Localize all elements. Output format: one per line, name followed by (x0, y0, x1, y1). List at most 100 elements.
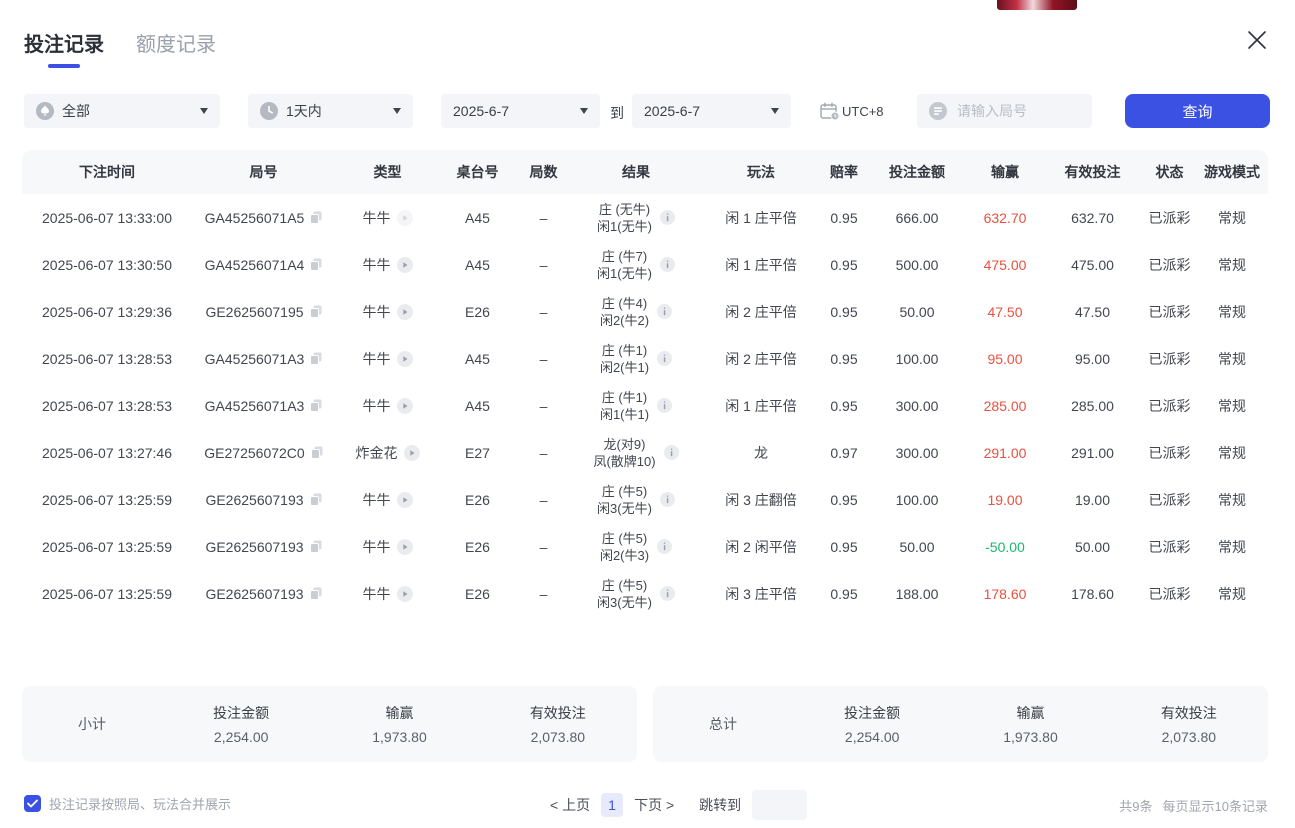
column-header: 桌台号 (440, 162, 515, 182)
merge-checkbox[interactable] (24, 795, 41, 812)
current-page[interactable]: 1 (601, 793, 623, 817)
round-id-cell: GE2625607193 (192, 586, 335, 602)
game-mode: 常规 (1196, 396, 1268, 416)
date-to-value: 2025-6-7 (644, 103, 700, 119)
rounds-count: – (515, 445, 572, 461)
bet-amount: 300.00 (866, 445, 968, 461)
copy-icon[interactable] (310, 258, 322, 271)
valid-bet: 291.00 (1042, 445, 1143, 461)
game-mode: 常规 (1196, 537, 1268, 557)
date-to-dropdown[interactable]: 2025-6-7 (632, 94, 791, 128)
info-icon[interactable] (660, 586, 675, 601)
play-icon[interactable] (397, 586, 413, 602)
column-header: 状态 (1143, 162, 1196, 182)
table-row: 2025-06-07 13:28:53 GA45256071A3 牛牛 A45 … (22, 335, 1268, 382)
game-type-value: 全部 (62, 101, 90, 121)
play-icon[interactable] (397, 539, 413, 555)
copy-icon[interactable] (310, 493, 322, 506)
tab-quota-records[interactable]: 额度记录 (136, 28, 216, 68)
bet-time: 2025-06-07 13:25:59 (22, 539, 192, 555)
odds: 0.95 (822, 304, 866, 320)
game-type: 牛牛 (363, 396, 391, 416)
bet-time: 2025-06-07 13:28:53 (22, 351, 192, 367)
record-count-info: 共9条 每页显示10条记录 (1119, 796, 1268, 815)
table-number: E27 (440, 445, 515, 461)
bet-records-modal: 投注记录额度记录 全部 1天内 2025-6-7 到 2025-6-7 (0, 0, 1295, 828)
time-range-dropdown[interactable]: 1天内 (248, 94, 413, 128)
info-icon[interactable] (657, 539, 672, 554)
odds: 0.97 (822, 445, 866, 461)
result-line-2: 闲3(无牛) (597, 594, 652, 611)
bet-time: 2025-06-07 13:29:36 (22, 304, 192, 320)
game-type-dropdown[interactable]: 全部 (24, 94, 220, 128)
status: 已派彩 (1143, 584, 1196, 604)
result-line-1: 庄 (牛5) (597, 483, 652, 500)
info-icon[interactable] (660, 492, 675, 507)
info-icon[interactable] (660, 210, 675, 225)
copy-icon[interactable] (310, 399, 322, 412)
copy-icon[interactable] (310, 211, 322, 224)
round-id-cell: GA45256071A5 (192, 210, 335, 226)
result-cell: 庄 (牛5) 闲2(牛3) (572, 530, 700, 564)
info-icon[interactable] (660, 257, 675, 272)
play-icon[interactable] (397, 304, 413, 320)
table-number: E26 (440, 539, 515, 555)
info-icon[interactable] (657, 351, 672, 366)
play-icon[interactable] (397, 398, 413, 414)
game-mode: 常规 (1196, 349, 1268, 369)
info-icon[interactable] (657, 304, 672, 319)
table-row: 2025-06-07 13:27:46 GE27256072C0 炸金花 E27… (22, 429, 1268, 476)
copy-icon[interactable] (310, 352, 322, 365)
info-icon[interactable] (664, 445, 679, 460)
bet-amount: 188.00 (866, 586, 968, 602)
table-number: A45 (440, 398, 515, 414)
copy-icon[interactable] (311, 446, 323, 459)
date-from-value: 2025-6-7 (453, 103, 509, 119)
tab-bet-records[interactable]: 投注记录 (24, 28, 104, 68)
valid-bet: 178.60 (1042, 586, 1143, 602)
copy-icon[interactable] (310, 587, 322, 600)
bet-amount: 100.00 (866, 351, 968, 367)
game-type-cell: 牛牛 (335, 208, 440, 228)
next-page-button[interactable]: 下页 > (634, 795, 674, 815)
column-header: 有效投注 (1042, 162, 1143, 182)
win-loss: 47.50 (968, 304, 1042, 320)
play-icon[interactable] (397, 210, 413, 226)
play-icon[interactable] (397, 492, 413, 508)
close-icon[interactable] (1245, 28, 1269, 52)
play-icon[interactable] (397, 351, 413, 367)
win-loss: 178.60 (968, 586, 1042, 602)
game-mode: 常规 (1196, 208, 1268, 228)
game-mode: 常规 (1196, 490, 1268, 510)
game-type-cell: 牛牛 (335, 349, 440, 369)
play-icon[interactable] (404, 445, 420, 461)
column-header: 下注时间 (22, 162, 192, 182)
total-box: 总计 投注金额 2,254.00 输赢 1,973.80 有效投注 2,073.… (653, 686, 1268, 762)
game-type-cell: 牛牛 (335, 302, 440, 322)
prev-page-button[interactable]: < 上页 (550, 795, 590, 815)
chevron-down-icon (580, 108, 588, 114)
column-header: 投注金额 (866, 162, 968, 182)
date-from-dropdown[interactable]: 2025-6-7 (441, 94, 600, 128)
valid-bet: 95.00 (1042, 351, 1143, 367)
copy-icon[interactable] (310, 305, 322, 318)
table-row: 2025-06-07 13:25:59 GE2625607193 牛牛 E26 … (22, 570, 1268, 617)
jump-page-input[interactable] (752, 790, 807, 820)
total-bet-value: 2,254.00 (793, 729, 951, 745)
round-id-cell: GE2625607193 (192, 539, 335, 555)
subtotal-winloss-value: 1,973.80 (320, 729, 478, 745)
game-type-cell: 牛牛 (335, 396, 440, 416)
total-valid-value: 2,073.80 (1110, 729, 1268, 745)
result-line-1: 庄 (牛1) (600, 342, 649, 359)
search-button[interactable]: 查询 (1125, 94, 1270, 128)
play-icon[interactable] (397, 257, 413, 273)
tab-label: 投注记录 (24, 34, 104, 56)
copy-icon[interactable] (310, 540, 322, 553)
subtotal-winloss-label: 输赢 (320, 703, 478, 723)
subtotal-bet-value: 2,254.00 (162, 729, 320, 745)
game-mode: 常规 (1196, 584, 1268, 604)
table-number: A45 (440, 351, 515, 367)
round-number-input[interactable] (955, 102, 1080, 120)
round-list-icon (929, 102, 947, 120)
info-icon[interactable] (657, 398, 672, 413)
